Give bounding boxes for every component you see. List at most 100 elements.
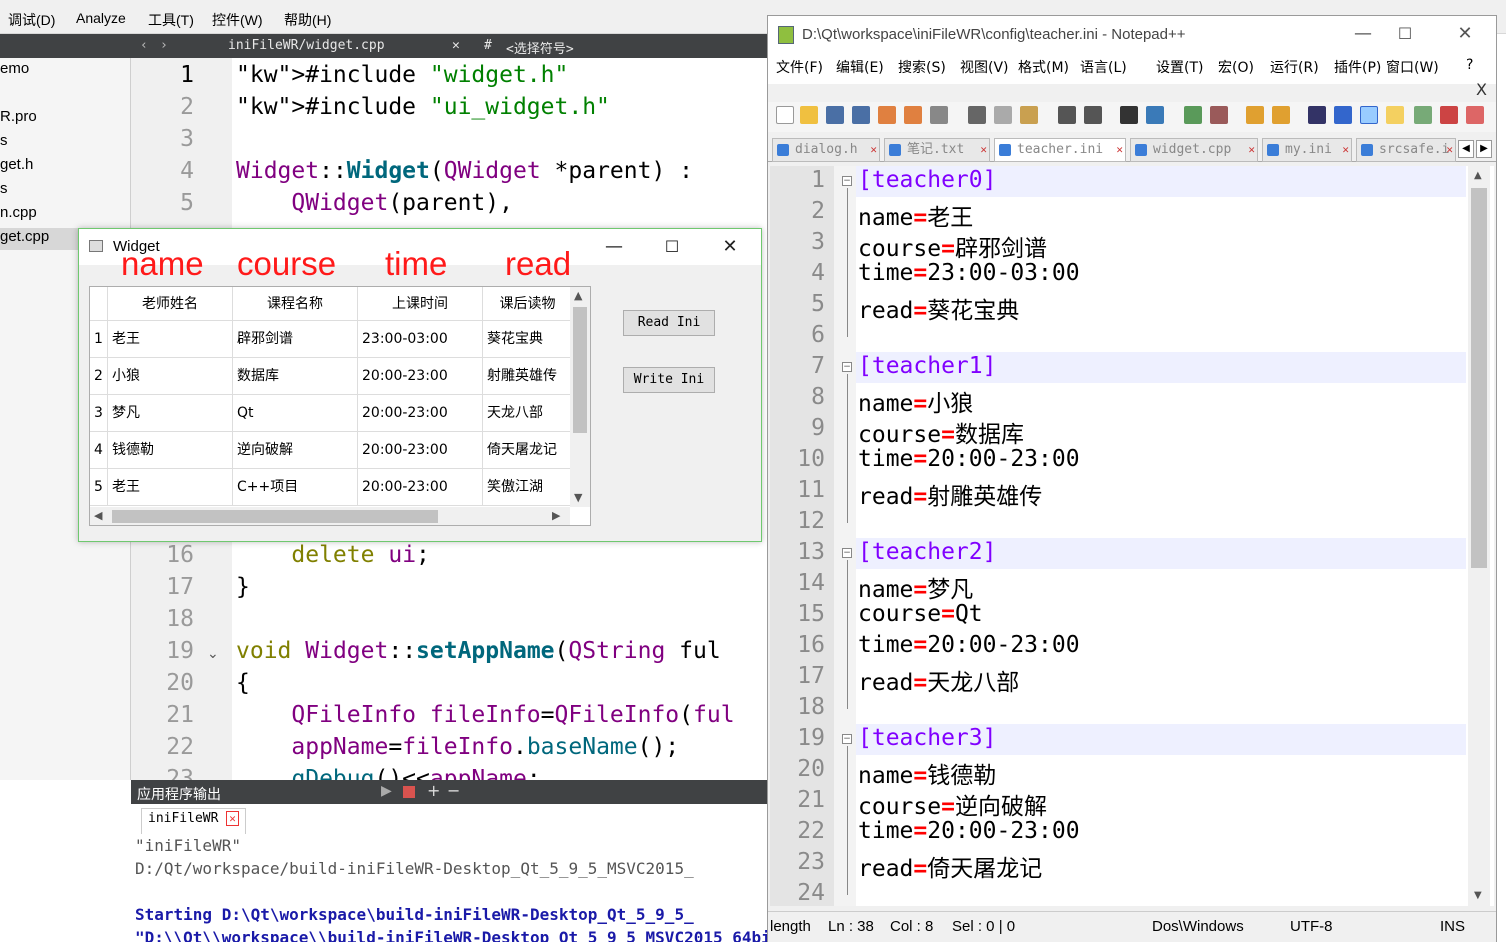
row-header[interactable]: 1 <box>90 321 108 358</box>
paste-icon[interactable] <box>1020 106 1038 124</box>
tab-close-icon[interactable]: ✕ <box>870 139 877 161</box>
column-header[interactable]: 老师姓名 <box>108 287 233 321</box>
sync-v-icon[interactable] <box>1246 106 1264 124</box>
sync-h-icon[interactable] <box>1272 106 1290 124</box>
indent-guide-icon[interactable] <box>1360 106 1378 124</box>
project-tree-item[interactable]: s <box>0 132 131 154</box>
record-macro-icon[interactable] <box>1440 106 1458 124</box>
write-ini-button[interactable]: Write Ini <box>623 367 715 393</box>
npp-menu-item[interactable]: 文件(F) <box>776 57 823 77</box>
table-cell[interactable]: 23:00-03:00 <box>358 321 483 358</box>
scroll-down-icon[interactable]: ▼ <box>574 491 582 504</box>
file-tab[interactable]: widget.cpp ✕ <box>1130 138 1258 162</box>
close-icon[interactable]: ✕ <box>226 811 239 826</box>
table-cell[interactable]: 射雕英雄传 <box>483 358 573 395</box>
table-cell[interactable]: 辟邪剑谱 <box>233 321 358 358</box>
table-cell[interactable]: 笑傲江湖 <box>483 469 573 506</box>
word-wrap-icon[interactable] <box>1308 106 1326 124</box>
qt-menu-item[interactable]: Analyze <box>76 10 126 26</box>
read-ini-button[interactable]: Read Ini <box>623 310 715 336</box>
column-header[interactable]: 课程名称 <box>233 287 358 321</box>
minus-icon[interactable]: − <box>447 781 460 800</box>
fold-box-icon[interactable]: − <box>842 362 852 372</box>
npp-menu-item[interactable]: 编辑(E) <box>836 57 884 77</box>
npp-menu-item[interactable]: ? <box>1466 57 1473 73</box>
npp-scroll-thumb[interactable] <box>1471 188 1487 568</box>
npp-maximize-button[interactable]: ☐ <box>1382 20 1428 48</box>
table-cell[interactable]: 倚天屠龙记 <box>483 432 573 469</box>
cut-icon[interactable] <box>968 106 986 124</box>
npp-menu-item[interactable]: 宏(O) <box>1218 57 1254 77</box>
table-cell[interactable]: Qt <box>233 395 358 432</box>
undo-icon[interactable] <box>1058 106 1076 124</box>
tab-close-icon[interactable]: ✕ <box>1342 139 1349 161</box>
run-icon[interactable]: ▶ <box>381 783 392 799</box>
npp-menu-item[interactable]: 插件(P) <box>1334 57 1381 77</box>
output-tab[interactable]: iniFileWR ✕ <box>141 808 246 834</box>
vertical-scrollbar[interactable]: ▲ ▼ <box>570 287 590 507</box>
scroll-right-icon[interactable]: ▶ <box>552 509 560 522</box>
qt-menu-item[interactable]: 帮助(H) <box>284 10 331 30</box>
npp-menu-item[interactable]: 运行(R) <box>1270 57 1319 77</box>
stop-icon[interactable] <box>403 786 415 798</box>
close-all-icon[interactable] <box>904 106 922 124</box>
project-tree-item[interactable]: s <box>0 180 131 202</box>
npp-editor[interactable]: 1 2 3 4 5 6 7 8 9 10 11 12 13 14 15 16 17 18 19 20 21 22 23 24 … <box>770 166 1494 906</box>
tab-close-icon[interactable]: ✕ <box>1446 139 1453 161</box>
function-list-icon[interactable] <box>1414 106 1432 124</box>
table-cell[interactable]: 葵花宝典 <box>483 321 573 358</box>
redo-icon[interactable] <box>1084 106 1102 124</box>
npp-minimize-button[interactable]: — <box>1340 20 1386 48</box>
file-tab[interactable]: my.ini ✕ <box>1262 138 1352 162</box>
npp-close-button[interactable]: ✕ <box>1442 20 1488 48</box>
table-cell[interactable]: C++项目 <box>233 469 358 506</box>
tab-close-icon[interactable]: ✕ <box>1248 139 1255 161</box>
table-cell[interactable]: 逆向破解 <box>233 432 358 469</box>
zoom-out-icon[interactable] <box>1210 106 1228 124</box>
npp-vertical-scrollbar[interactable]: ▲ ▼ <box>1468 166 1490 906</box>
table-cell[interactable]: 老王 <box>108 321 233 358</box>
tab-scroll-left-icon[interactable]: ◀ <box>1458 140 1474 158</box>
new-file-icon[interactable] <box>776 106 794 124</box>
show-all-chars-icon[interactable] <box>1334 106 1352 124</box>
close-file-icon[interactable] <box>878 106 896 124</box>
find-icon[interactable] <box>1120 106 1138 124</box>
table-cell[interactable]: 20:00-23:00 <box>358 432 483 469</box>
row-header[interactable]: 5 <box>90 469 108 506</box>
row-header[interactable]: 4 <box>90 432 108 469</box>
npp-menu-item[interactable]: 语言(L) <box>1080 57 1127 77</box>
project-tree-item[interactable]: get.h <box>0 156 131 178</box>
close-file-icon[interactable]: ✕ <box>452 38 460 53</box>
table-cell[interactable]: 老王 <box>108 469 233 506</box>
print-icon[interactable] <box>930 106 948 124</box>
npp-menu-item[interactable]: 视图(V) <box>960 57 1009 77</box>
scroll-left-icon[interactable]: ◀ <box>94 509 102 522</box>
add-icon[interactable]: + <box>427 781 440 800</box>
npp-menu-item[interactable]: 搜索(S) <box>898 57 946 77</box>
copy-icon[interactable] <box>994 106 1012 124</box>
minimize-button[interactable]: — <box>591 233 637 261</box>
table-cell[interactable]: 天龙八部 <box>483 395 573 432</box>
tab-close-icon[interactable]: ✕ <box>1116 139 1123 161</box>
fold-box-icon[interactable]: − <box>842 548 852 558</box>
fold-box-icon[interactable]: − <box>842 734 852 744</box>
row-header[interactable]: 2 <box>90 358 108 395</box>
fold-chevron-icon[interactable]: ⌄ <box>207 646 219 662</box>
qt-menu-item[interactable]: 调试(D) <box>8 10 55 30</box>
close-button[interactable]: ✕ <box>707 233 753 261</box>
tab-close-icon[interactable]: ✕ <box>980 139 987 161</box>
stop-macro-icon[interactable] <box>1466 106 1484 124</box>
doc-close-icon[interactable]: X <box>1476 80 1487 99</box>
save-all-icon[interactable] <box>852 106 870 124</box>
table-cell[interactable]: 梦凡 <box>108 395 233 432</box>
forward-arrow-icon[interactable]: › <box>160 38 168 53</box>
npp-scroll-up-icon[interactable]: ▲ <box>1474 170 1482 181</box>
qt-menu-item[interactable]: 控件(W) <box>212 10 263 30</box>
table-cell[interactable]: 小狼 <box>108 358 233 395</box>
maximize-button[interactable]: ☐ <box>649 233 695 261</box>
doc-map-icon[interactable] <box>1386 106 1404 124</box>
table-cell[interactable]: 数据库 <box>233 358 358 395</box>
open-file-name[interactable]: iniFileWR/widget.cpp <box>228 38 385 53</box>
tab-scroll-right-icon[interactable]: ▶ <box>1476 140 1492 158</box>
file-tab[interactable]: dialog.h ✕ <box>772 138 880 162</box>
